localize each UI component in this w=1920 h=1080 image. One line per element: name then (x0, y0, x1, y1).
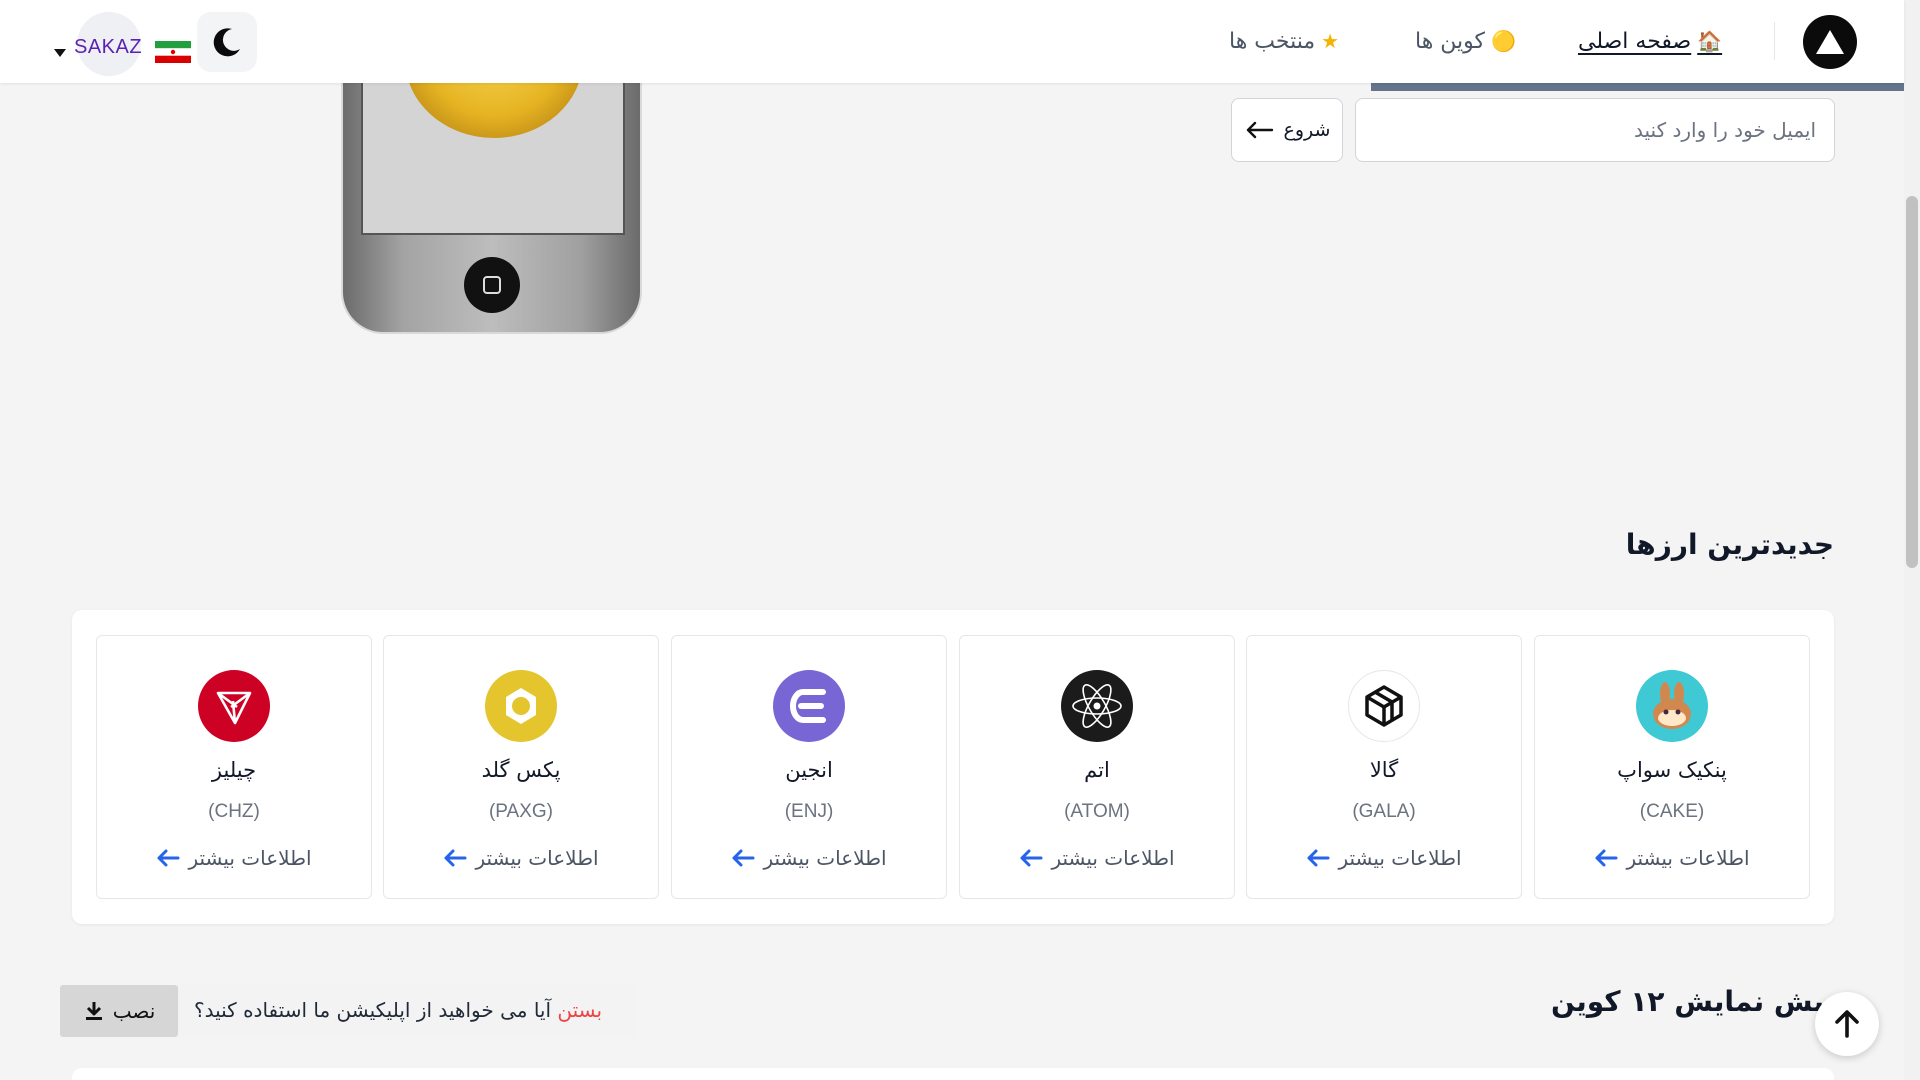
email-field[interactable] (1355, 98, 1835, 162)
more-info-link[interactable]: اطلاعات بیشتر (672, 846, 946, 870)
coin-symbol: (ATOM) (1064, 801, 1130, 822)
more-info-label: اطلاعات بیشتر (188, 846, 312, 870)
theme-toggle-button[interactable] (197, 12, 257, 72)
coin-card-enj[interactable]: انجین (ENJ) اطلاعات بیشتر (671, 635, 947, 899)
iran-flag-icon (155, 41, 191, 63)
more-info-label: اطلاعات بیشتر (763, 846, 887, 870)
arrow-left-icon (444, 849, 467, 867)
nav-home-label: صفحه اصلی (1578, 28, 1692, 54)
arrow-left-icon (157, 849, 180, 867)
coin-symbol: (CHZ) (208, 801, 260, 822)
house-icon: 🏠 (1697, 29, 1723, 53)
nav-favorites-label: منتخب ها (1229, 28, 1316, 54)
more-info-link[interactable]: اطلاعات بیشتر (97, 846, 371, 870)
install-app-prompt: نصب بستن آیا می خواهید از اپلیکیشن ما اس… (60, 985, 636, 1037)
arrow-left-icon (1246, 121, 1273, 139)
more-info-link[interactable]: اطلاعات بیشتر (384, 846, 658, 870)
coin-symbol: (PAXG) (488, 801, 554, 822)
arrow-left-icon (1020, 849, 1043, 867)
pancakeswap-icon (1636, 670, 1708, 742)
install-prompt-text: بستن آیا می خواهید از اپلیکیشن ما استفاد… (194, 998, 602, 1022)
coin-card-chz[interactable]: چیلیز (CHZ) اطلاعات بیشتر (96, 635, 372, 899)
install-button-label: نصب (112, 999, 156, 1023)
coins-section-title: بش نمایش ۱۲ کوین (1551, 985, 1824, 1018)
nav-favorites[interactable]: ★ منتخب ها (1229, 24, 1339, 58)
scroll-to-top-button[interactable] (1815, 992, 1879, 1056)
start-button[interactable]: شروع (1231, 98, 1343, 162)
more-info-label: اطلاعات بیشتر (1338, 846, 1462, 870)
phone-home-button (464, 257, 520, 313)
more-info-label: اطلاعات بیشتر (1051, 846, 1175, 870)
more-info-link[interactable]: اطلاعات بیشتر (1535, 846, 1809, 870)
hero-accent-bar (1371, 83, 1905, 91)
coin-name: چیلیز (211, 758, 257, 782)
coin-card-atom[interactable]: اتم (ATOM) اطلاعات بیشتر (959, 635, 1235, 899)
arrow-left-icon (1307, 849, 1330, 867)
nav-home[interactable]: 🏠 صفحه اصلی (1578, 24, 1722, 58)
arrow-left-icon (732, 849, 755, 867)
triangle-logo-icon (1816, 30, 1844, 54)
chiliz-icon (198, 670, 270, 742)
arrow-up-icon (1835, 1010, 1859, 1038)
more-info-link[interactable]: اطلاعات بیشتر (1247, 846, 1521, 870)
coin-name: پنکیک سواپ (1617, 758, 1727, 782)
start-button-label: شروع (1283, 119, 1331, 141)
newest-coins-title: جدیدترین ارزها (1625, 528, 1834, 561)
pax-gold-icon (485, 670, 557, 742)
more-info-label: اطلاعات بیشتر (475, 846, 599, 870)
coin-symbol: (CAKE) (1639, 801, 1705, 822)
language-selector[interactable]: SAKAZ (52, 12, 192, 76)
top-navbar: 🏠 صفحه اصلی 🟡 کوین ها ★ منتخب ها SAKAZ (0, 0, 1904, 83)
phone-screen (361, 60, 625, 235)
moon-icon (213, 28, 240, 57)
star-icon: ★ (1321, 29, 1340, 53)
coin-name: پکس گلد (481, 758, 561, 782)
coin-name: گالا (1369, 758, 1399, 782)
coins-table-panel (72, 1068, 1834, 1080)
nav-coins-label: کوین ها (1415, 28, 1486, 54)
scrollbar-thumb[interactable] (1906, 196, 1918, 568)
newest-coins-panel: پنکیک سواپ (CAKE) اطلاعات بیشتر گالا (GA… (72, 610, 1834, 924)
logo[interactable] (1803, 15, 1857, 69)
nav-divider (1774, 22, 1775, 60)
more-info-link[interactable]: اطلاعات بیشتر (960, 846, 1234, 870)
install-question: آیا می خواهید از اپلیکیشن ما استفاده کنی… (194, 998, 552, 1022)
cosmos-atom-icon (1061, 670, 1133, 742)
gala-icon (1348, 670, 1420, 742)
coin-card-cake[interactable]: پنکیک سواپ (CAKE) اطلاعات بیشتر (1534, 635, 1810, 899)
download-icon (85, 1002, 102, 1020)
coin-symbol: (ENJ) (784, 801, 834, 822)
coin-name: اتم (1084, 758, 1110, 782)
more-info-label: اطلاعات بیشتر (1626, 846, 1750, 870)
chevron-down-icon (54, 49, 66, 57)
coin-card-gala[interactable]: گالا (GALA) اطلاعات بیشتر (1246, 635, 1522, 899)
coin-icon: 🟡 (1491, 29, 1516, 53)
language-code: SAKAZ (74, 36, 143, 58)
coin-symbol: (GALA) (1352, 801, 1416, 822)
close-prompt-link[interactable]: بستن (557, 998, 602, 1022)
nav-coins[interactable]: 🟡 کوین ها (1415, 24, 1516, 58)
install-button[interactable]: نصب (60, 985, 178, 1037)
enjin-icon (773, 670, 845, 742)
arrow-left-icon (1595, 849, 1618, 867)
coin-card-paxg[interactable]: پکس گلد (PAXG) اطلاعات بیشتر (383, 635, 659, 899)
phone-illustration (341, 60, 642, 334)
coin-name: انجین (785, 758, 833, 782)
